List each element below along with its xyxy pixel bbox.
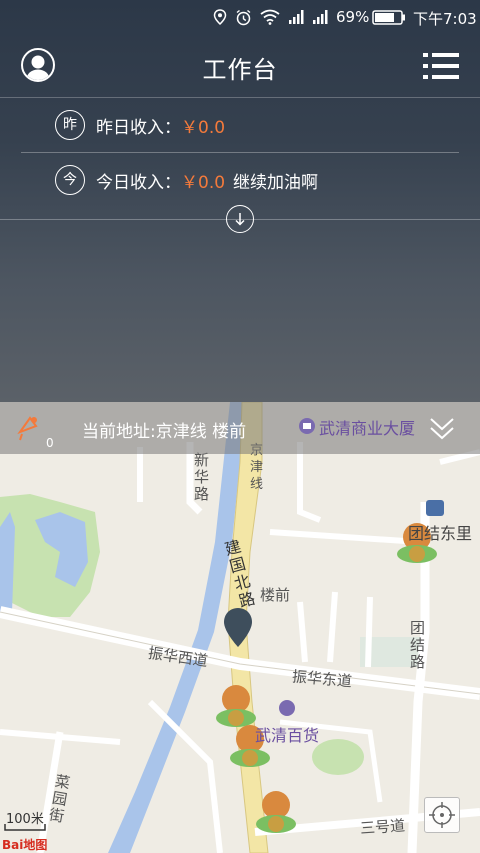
baidu-map-logo: Bai地图 — [2, 838, 48, 852]
yesterday-income: 昨日收入：￥0.0 — [96, 113, 225, 138]
signal-icon — [289, 10, 304, 24]
yesterday-label: 昨日收入： — [96, 118, 181, 138]
today-label: 今日收入： — [96, 173, 181, 193]
today-income: 今日收入：￥0.0 继续加油啊 — [96, 168, 318, 193]
label-louqian: 楼前 — [260, 586, 291, 604]
page-title: 工作台 — [202, 56, 278, 84]
map-canvas — [0, 402, 480, 853]
app-header: 工作台 — [0, 34, 480, 98]
yesterday-badge: 昨 — [55, 110, 85, 140]
address-bar: 0 当前地址:京津线 楼前 武清商业大厦 — [0, 402, 480, 454]
label-wuqing-department: 武清百货 — [255, 726, 320, 745]
map-view[interactable]: 新华路 京津线 建国北路 楼前 团结东里 团结路 振华西道 振华东道 武清百货 … — [0, 402, 480, 853]
green-patch — [312, 739, 364, 775]
alarm-icon — [236, 9, 251, 26]
locate-button[interactable] — [424, 797, 460, 833]
battery-percent: 69% — [336, 8, 370, 26]
current-address: 当前地址:京津线 楼前 — [82, 422, 247, 442]
yesterday-amount: ￥0.0 — [181, 118, 226, 138]
today-badge: 今 — [55, 165, 85, 195]
poi-building-marker — [426, 500, 444, 516]
label-tuanjie-east: 团结东里 — [408, 524, 473, 543]
menu-button[interactable] — [423, 52, 459, 80]
label-tuanjie-road: 团结路 — [410, 619, 426, 671]
status-time: 下午7:03 — [413, 10, 477, 28]
building-poi-icon — [299, 418, 315, 434]
signal-2-icon — [313, 10, 328, 24]
crosshair-icon — [429, 802, 455, 828]
app-root: 69% 下午7:03 工作台 昨 昨日收入：￥0.0 今 今日收入：￥0.0 继… — [0, 0, 480, 853]
today-slogan: 继续加油啊 — [233, 173, 319, 193]
top-panel: 69% 下午7:03 工作台 昨 昨日收入：￥0.0 今 今日收入：￥0.0 继… — [0, 0, 480, 402]
label-xinhua-road: 新华路 — [194, 451, 210, 503]
battery-icon — [372, 10, 405, 25]
poi-department-marker — [279, 700, 295, 716]
wifi-icon — [260, 9, 280, 25]
arrow-down-icon — [235, 213, 245, 226]
location-icon — [213, 9, 227, 25]
poi-wuqing-building: 武清商业大厦 — [319, 419, 416, 438]
today-income-row: 今 今日收入：￥0.0 继续加油啊 — [0, 153, 480, 207]
map-scale: 100米 — [6, 812, 44, 827]
today-amount: ￥0.0 — [181, 173, 226, 193]
list-menu-icon — [423, 53, 459, 79]
expand-button[interactable] — [226, 205, 254, 233]
collapse-chevron-icon[interactable] — [428, 416, 456, 442]
status-bar: 69% 下午7:03 — [0, 0, 480, 34]
horn-icon — [17, 416, 38, 441]
label-sanhao-road: 三号道 — [359, 816, 406, 838]
yesterday-income-row: 昨 昨日收入：￥0.0 — [0, 98, 480, 152]
notice-count: 0 — [46, 436, 54, 450]
